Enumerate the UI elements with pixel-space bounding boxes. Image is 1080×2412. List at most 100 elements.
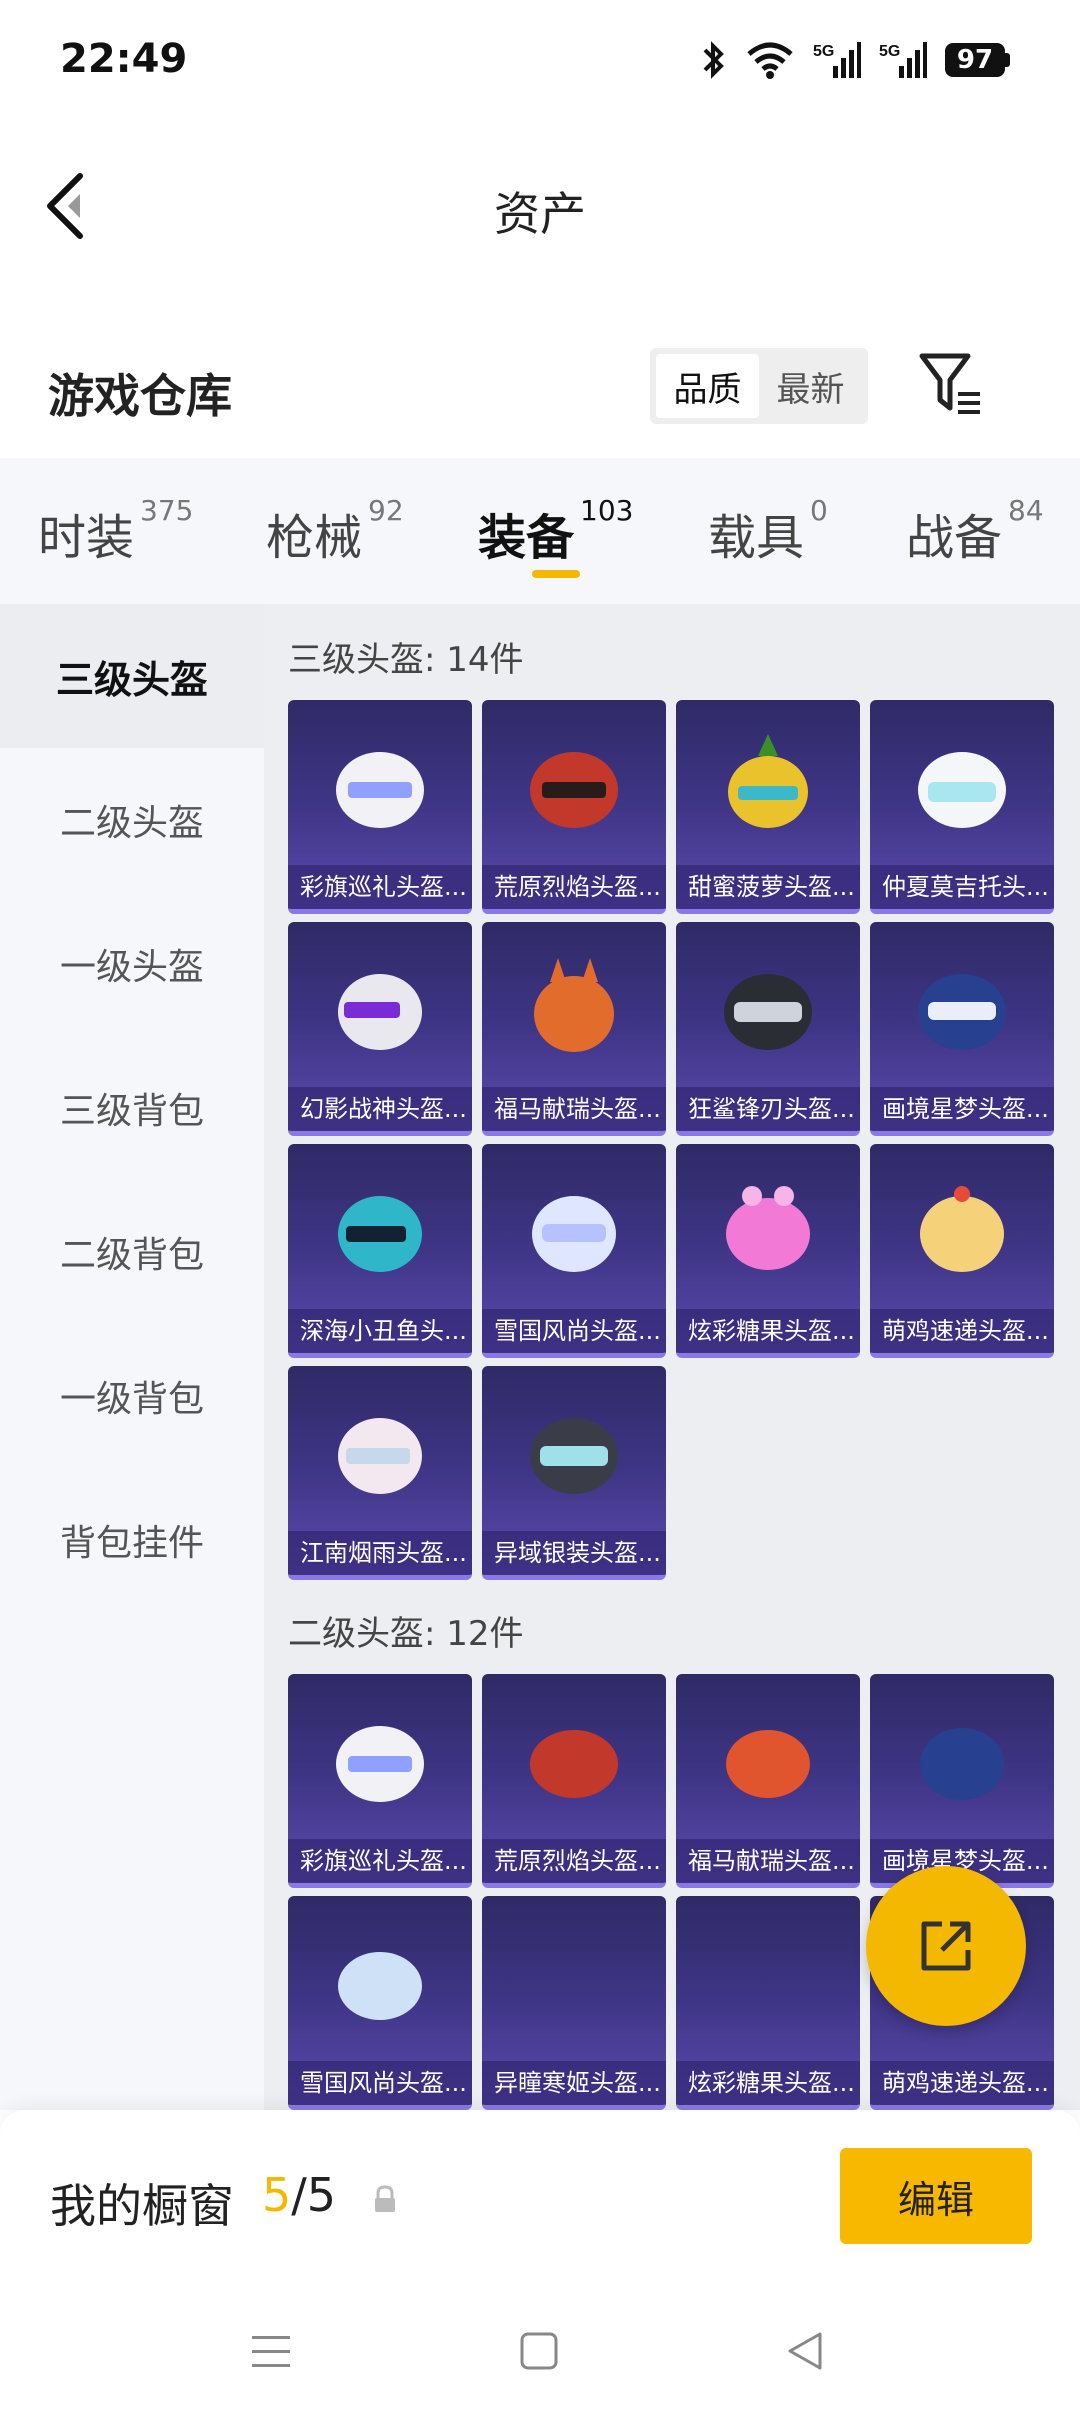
active-tab-indicator — [532, 570, 580, 578]
battery-tip — [1005, 53, 1010, 67]
share-button[interactable] — [866, 1866, 1026, 2026]
item-card[interactable]: 江南烟雨头盔... — [288, 1366, 472, 1580]
helmet-image — [530, 752, 618, 828]
item-name: 画境星梦头盔... — [870, 1087, 1054, 1131]
item-name: 仲夏莫吉托头... — [870, 865, 1054, 909]
item-name: 荒原烈焰头盔... — [482, 865, 666, 909]
status-bar: 22:49 5G 5G 97 — [0, 0, 1080, 120]
tab-count: 84 — [1008, 494, 1044, 527]
title-bar: 资产 — [0, 150, 1080, 260]
item-card[interactable]: 福马献瑞头盔... — [482, 922, 666, 1136]
item-name: 萌鸡速递头盔... — [870, 2061, 1054, 2105]
item-name: 雪国风尚头盔... — [482, 1309, 666, 1353]
tab-vehicles[interactable]: 载具 0 — [708, 494, 828, 568]
showcase-total: 5 — [306, 2168, 337, 2222]
item-card[interactable]: 甜蜜菠萝头盔... — [676, 700, 860, 914]
menu-icon[interactable] — [246, 2326, 296, 2376]
category-item[interactable]: 背包挂件 — [0, 1468, 264, 1612]
item-name: 彩旗巡礼头盔... — [288, 865, 472, 909]
tab-weapons[interactable]: 枪械 92 — [266, 494, 404, 568]
item-name: 甜蜜菠萝头盔... — [676, 865, 860, 909]
helmet-image — [726, 1730, 810, 1798]
category-item[interactable]: 一级头盔 — [0, 892, 264, 1036]
item-card[interactable]: 深海小丑鱼头... — [288, 1144, 472, 1358]
wifi-icon — [747, 42, 793, 79]
helmet-image — [336, 1726, 424, 1802]
item-card[interactable]: 荒原烈焰头盔... — [482, 700, 666, 914]
helmet-image — [530, 1418, 618, 1494]
helmet-image — [920, 1728, 1004, 1800]
share-icon — [921, 1921, 971, 1971]
tab-supplies[interactable]: 战备 84 — [906, 494, 1044, 568]
tab-count: 103 — [580, 494, 634, 527]
back-nav-icon[interactable] — [780, 2326, 830, 2376]
helmet-image — [338, 974, 422, 1050]
item-card[interactable]: 画境星梦头盔... — [870, 1674, 1054, 1888]
item-card[interactable]: 雪国风尚头盔... — [288, 1896, 472, 2110]
item-name: 雪国风尚头盔... — [288, 2061, 472, 2105]
helmet-image — [338, 1196, 422, 1272]
item-name: 深海小丑鱼头... — [288, 1309, 472, 1353]
sort-toggle: 品质 最新 — [650, 348, 868, 424]
home-icon[interactable] — [514, 2326, 564, 2376]
tab-equipment[interactable]: 装备 103 — [478, 494, 633, 568]
item-card[interactable]: 炫彩糖果头盔... — [676, 1144, 860, 1358]
item-card[interactable]: 狂鲨锋刃头盔... — [676, 922, 860, 1136]
item-name: 萌鸡速递头盔... — [870, 1309, 1054, 1353]
signal-icon: 5G — [813, 42, 861, 78]
item-card[interactable]: 异瞳寒姬头盔... — [482, 1896, 666, 2110]
tab-label: 枪械 — [266, 510, 363, 566]
item-name: 荒原烈焰头盔... — [482, 1839, 666, 1883]
tab-label: 时装 — [38, 510, 135, 566]
signal-label: 5G — [879, 43, 900, 60]
item-name: 异域银装头盔... — [482, 1531, 666, 1575]
helmet-image — [918, 974, 1006, 1050]
helmet-image — [336, 752, 424, 828]
status-icons: 5G 5G 97 — [701, 40, 1010, 80]
category-tabs: 时装 375 枪械 92 装备 103 载具 0 战备 84 — [0, 458, 1080, 604]
helmet-image — [920, 1186, 1004, 1272]
tab-count: 0 — [810, 494, 828, 527]
category-item[interactable]: 二级头盔 — [0, 748, 264, 892]
sort-option-latest[interactable]: 最新 — [759, 354, 862, 418]
subcategory-list: 三级头盔 二级头盔 一级头盔 三级背包 二级背包 一级背包 背包挂件 — [0, 604, 264, 2110]
helmet-image — [728, 734, 808, 828]
item-name: 福马献瑞头盔... — [482, 1087, 666, 1131]
signal-icon: 5G — [879, 42, 927, 78]
item-card[interactable]: 彩旗巡礼头盔... — [288, 700, 472, 914]
helmet-image — [530, 1730, 618, 1798]
battery-indicator: 97 — [945, 43, 1010, 77]
category-item[interactable]: 三级背包 — [0, 1036, 264, 1180]
item-card[interactable]: 炫彩糖果头盔... — [676, 1896, 860, 2110]
item-card[interactable]: 彩旗巡礼头盔... — [288, 1674, 472, 1888]
section-title: 三级头盔: 14件 — [288, 640, 524, 680]
status-time: 22:49 — [60, 36, 188, 82]
item-name: 狂鲨锋刃头盔... — [676, 1087, 860, 1131]
edit-button[interactable]: 编辑 — [840, 2148, 1032, 2244]
item-card[interactable]: 雪国风尚头盔... — [482, 1144, 666, 1358]
sort-option-quality[interactable]: 品质 — [656, 354, 759, 418]
filter-icon[interactable] — [918, 348, 984, 420]
category-item[interactable]: 三级头盔 — [0, 604, 264, 748]
system-nav-bar — [0, 2290, 1080, 2412]
category-item[interactable]: 二级背包 — [0, 1180, 264, 1324]
item-name: 异瞳寒姬头盔... — [482, 2061, 666, 2105]
item-card[interactable]: 萌鸡速递头盔... — [870, 1144, 1054, 1358]
helmet-image — [726, 1186, 810, 1270]
item-name: 幻影战神头盔... — [288, 1087, 472, 1131]
item-card[interactable]: 荒原烈焰头盔... — [482, 1674, 666, 1888]
helmet-image — [338, 1952, 422, 2020]
item-card[interactable]: 幻影战神头盔... — [288, 922, 472, 1136]
bluetooth-icon — [703, 41, 724, 79]
page-title: 资产 — [494, 187, 586, 241]
item-card[interactable]: 异域银装头盔... — [482, 1366, 666, 1580]
warehouse-header: 游戏仓库 品质 最新 — [0, 340, 1080, 450]
item-card[interactable]: 福马献瑞头盔... — [676, 1674, 860, 1888]
item-card[interactable]: 画境星梦头盔... — [870, 922, 1054, 1136]
item-name: 炫彩糖果头盔... — [676, 2061, 860, 2105]
warehouse-title: 游戏仓库 — [48, 369, 232, 423]
showcase-current: 5 — [262, 2168, 292, 2222]
tab-fashion[interactable]: 时装 375 — [38, 494, 193, 568]
item-card[interactable]: 仲夏莫吉托头... — [870, 700, 1054, 914]
category-item[interactable]: 一级背包 — [0, 1324, 264, 1468]
